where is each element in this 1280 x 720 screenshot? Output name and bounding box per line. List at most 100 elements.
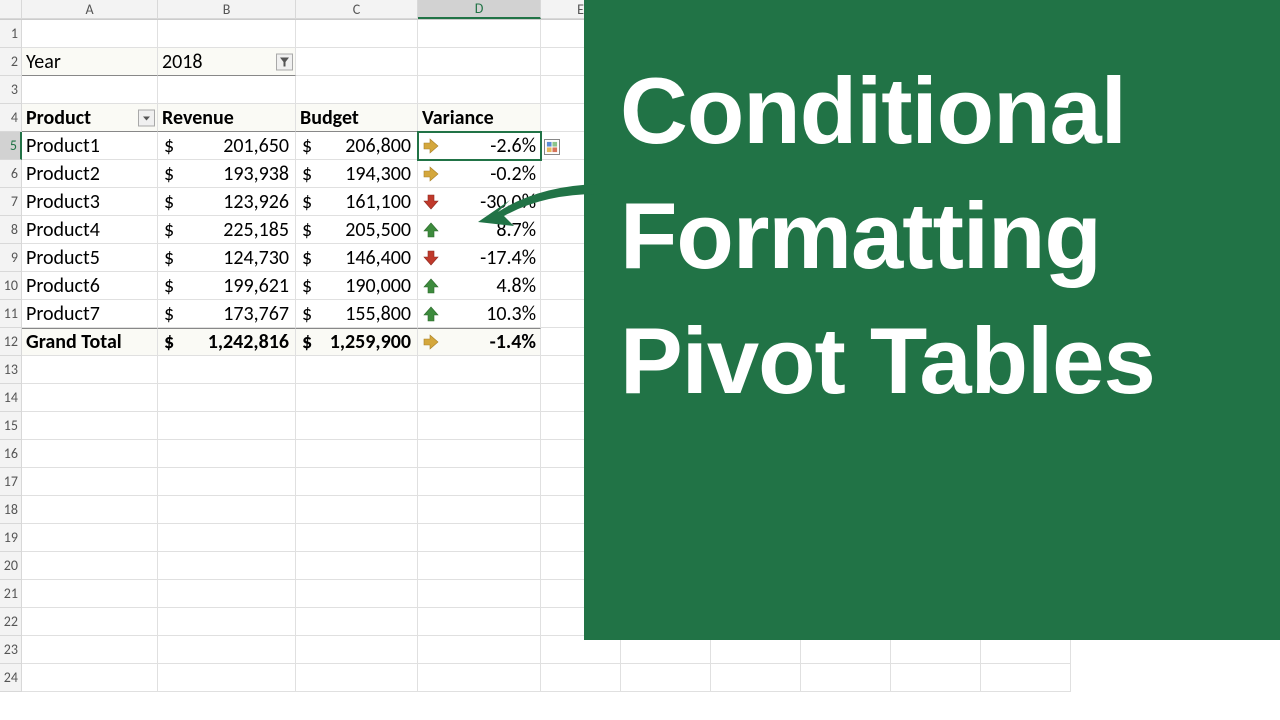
empty-cell[interactable] <box>296 412 418 440</box>
empty-cell[interactable] <box>158 496 296 524</box>
empty-cell[interactable] <box>22 496 158 524</box>
empty-cell[interactable] <box>22 412 158 440</box>
empty-cell[interactable] <box>158 440 296 468</box>
empty-cell[interactable] <box>891 664 981 692</box>
revenue-cell[interactable]: $193,938 <box>158 160 296 188</box>
empty-cell[interactable] <box>418 356 541 384</box>
empty-cell[interactable] <box>418 608 541 636</box>
row-header-23[interactable]: 23 <box>0 636 22 664</box>
empty-cell[interactable] <box>418 580 541 608</box>
row-header-9[interactable]: 9 <box>0 244 22 272</box>
row-header-18[interactable]: 18 <box>0 496 22 524</box>
empty-cell[interactable] <box>296 356 418 384</box>
empty-cell[interactable] <box>981 636 1071 664</box>
empty-cell[interactable] <box>158 76 296 104</box>
empty-cell[interactable] <box>22 20 158 48</box>
row-header-20[interactable]: 20 <box>0 552 22 580</box>
empty-cell[interactable] <box>158 580 296 608</box>
pivot-header-budget[interactable]: Budget <box>296 104 418 132</box>
empty-cell[interactable] <box>158 636 296 664</box>
budget-cell[interactable]: $155,800 <box>296 300 418 328</box>
empty-cell[interactable] <box>801 636 891 664</box>
empty-cell[interactable] <box>296 552 418 580</box>
empty-cell[interactable] <box>22 384 158 412</box>
empty-cell[interactable] <box>158 524 296 552</box>
grand-total-variance[interactable]: -1.4% <box>418 328 541 356</box>
empty-cell[interactable] <box>158 384 296 412</box>
row-header-10[interactable]: 10 <box>0 272 22 300</box>
empty-cell[interactable] <box>418 552 541 580</box>
row-header-6[interactable]: 6 <box>0 160 22 188</box>
revenue-cell[interactable]: $123,926 <box>158 188 296 216</box>
empty-cell[interactable] <box>296 496 418 524</box>
empty-cell[interactable] <box>158 608 296 636</box>
empty-cell[interactable] <box>296 664 418 692</box>
product-cell[interactable]: Product5 <box>22 244 158 272</box>
empty-cell[interactable] <box>296 608 418 636</box>
product-cell[interactable]: Product6 <box>22 272 158 300</box>
row-header-16[interactable]: 16 <box>0 440 22 468</box>
product-cell[interactable]: Product7 <box>22 300 158 328</box>
variance-cell[interactable]: -2.6% <box>418 132 541 160</box>
filter-field-value[interactable]: 2018 <box>158 48 296 76</box>
empty-cell[interactable] <box>711 664 801 692</box>
empty-cell[interactable] <box>418 20 541 48</box>
row-header-17[interactable]: 17 <box>0 468 22 496</box>
pivot-header-product[interactable]: Product <box>22 104 158 132</box>
empty-cell[interactable] <box>418 412 541 440</box>
revenue-cell[interactable]: $199,621 <box>158 272 296 300</box>
pivot-header-revenue[interactable]: Revenue <box>158 104 296 132</box>
empty-cell[interactable] <box>158 552 296 580</box>
row-header-11[interactable]: 11 <box>0 300 22 328</box>
empty-cell[interactable] <box>296 384 418 412</box>
empty-cell[interactable] <box>296 636 418 664</box>
empty-cell[interactable] <box>296 440 418 468</box>
row-header-4[interactable]: 4 <box>0 104 22 132</box>
budget-cell[interactable]: $194,300 <box>296 160 418 188</box>
empty-cell[interactable] <box>22 468 158 496</box>
row-header-15[interactable]: 15 <box>0 412 22 440</box>
grand-total-label[interactable]: Grand Total <box>22 328 158 356</box>
col-header-C[interactable]: C <box>296 0 418 19</box>
row-header-19[interactable]: 19 <box>0 524 22 552</box>
row-header-24[interactable]: 24 <box>0 664 22 692</box>
empty-cell[interactable] <box>801 664 891 692</box>
row-header-14[interactable]: 14 <box>0 384 22 412</box>
filter-dropdown-button[interactable] <box>276 53 293 70</box>
budget-cell[interactable]: $205,500 <box>296 216 418 244</box>
empty-cell[interactable] <box>541 664 621 692</box>
budget-cell[interactable]: $161,100 <box>296 188 418 216</box>
empty-cell[interactable] <box>22 524 158 552</box>
budget-cell[interactable]: $146,400 <box>296 244 418 272</box>
empty-cell[interactable] <box>418 468 541 496</box>
grand-total-budget[interactable]: $1,259,900 <box>296 328 418 356</box>
empty-cell[interactable] <box>296 48 418 76</box>
row-header-13[interactable]: 13 <box>0 356 22 384</box>
row-header-12[interactable]: 12 <box>0 328 22 356</box>
product-cell[interactable]: Product3 <box>22 188 158 216</box>
product-cell[interactable]: Product4 <box>22 216 158 244</box>
empty-cell[interactable] <box>158 356 296 384</box>
revenue-cell[interactable]: $225,185 <box>158 216 296 244</box>
empty-cell[interactable] <box>296 76 418 104</box>
empty-cell[interactable] <box>621 636 711 664</box>
empty-cell[interactable] <box>891 636 981 664</box>
empty-cell[interactable] <box>711 636 801 664</box>
variance-cell[interactable]: -17.4% <box>418 244 541 272</box>
row-header-21[interactable]: 21 <box>0 580 22 608</box>
row-header-1[interactable]: 1 <box>0 20 22 48</box>
empty-cell[interactable] <box>296 468 418 496</box>
empty-cell[interactable] <box>22 608 158 636</box>
empty-cell[interactable] <box>22 76 158 104</box>
empty-cell[interactable] <box>22 664 158 692</box>
row-header-5[interactable]: 5 <box>0 132 22 160</box>
empty-cell[interactable] <box>22 580 158 608</box>
pivot-header-variance[interactable]: Variance <box>418 104 541 132</box>
empty-cell[interactable] <box>981 664 1071 692</box>
select-all-button[interactable] <box>0 0 22 19</box>
product-cell[interactable]: Product1 <box>22 132 158 160</box>
col-header-B[interactable]: B <box>158 0 296 19</box>
revenue-cell[interactable]: $201,650 <box>158 132 296 160</box>
empty-cell[interactable] <box>296 524 418 552</box>
filter-field-label[interactable]: Year <box>22 48 158 76</box>
